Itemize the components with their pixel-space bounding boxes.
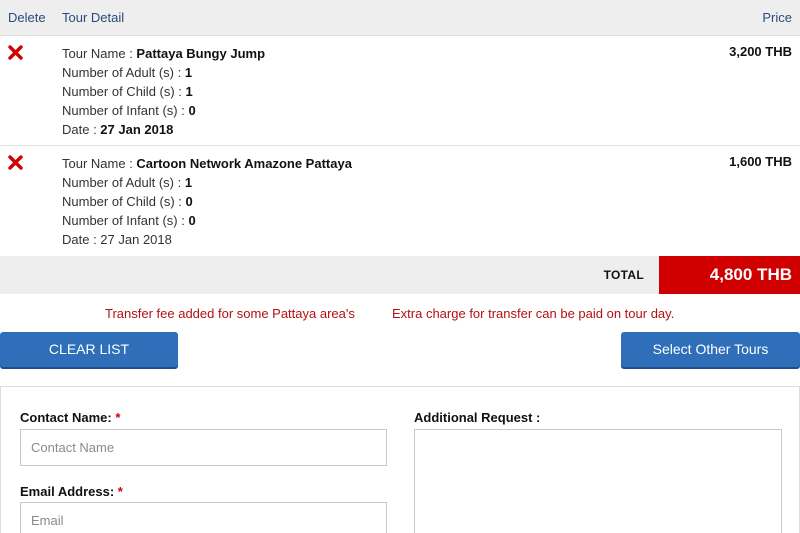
table-row: Tour Name : Pattaya Bungy Jump Number of… (0, 36, 800, 146)
contact-form: Contact Name: * Email Address: * Additio… (0, 386, 800, 533)
child-count: 0 (185, 194, 193, 209)
email-label: Email Address: * (20, 484, 123, 499)
clear-list-button[interactable]: CLEAR LIST (0, 332, 178, 367)
infant-count: 0 (188, 103, 196, 118)
contact-name-label: Contact Name: * (20, 410, 120, 425)
total-value: 4,800 THB (659, 256, 800, 294)
date-label: Date : (62, 122, 101, 137)
tour-date: 27 Jan 2018 (100, 122, 174, 137)
header-tour-detail: Tour Detail (62, 10, 125, 25)
required-mark: * (117, 484, 123, 499)
tour-date: 27 Jan 2018 (100, 232, 172, 247)
adult-count: 1 (184, 65, 193, 80)
adult-label: Number of Adult (s) : (62, 175, 185, 190)
total-row: TOTAL 4,800 THB (0, 256, 800, 294)
cart-table-header: Delete Tour Detail Price (0, 0, 800, 36)
transfer-fee-note: Transfer fee added for some Pattaya area… (105, 306, 355, 321)
header-delete: Delete (8, 10, 46, 25)
tour-name-label: Tour Name : (62, 156, 137, 171)
adult-count: 1 (184, 175, 193, 190)
select-other-tours-button[interactable]: Select Other Tours (621, 332, 800, 367)
tour-detail: Tour Name : Pattaya Bungy Jump Number of… (62, 44, 265, 139)
additional-request-textarea[interactable] (414, 429, 782, 533)
contact-name-label-text: Contact Name: (20, 410, 112, 425)
email-input[interactable] (20, 502, 387, 533)
child-label: Number of Child (s) : (62, 194, 186, 209)
tour-price: 1,600 THB (729, 154, 792, 169)
child-label: Number of Child (s) : (62, 84, 186, 99)
email-label-text: Email Address: (20, 484, 115, 499)
required-mark: * (115, 410, 121, 425)
infant-label: Number of Infant (s) : (62, 103, 189, 118)
tour-detail: Tour Name : Cartoon Network Amazone Patt… (62, 154, 352, 249)
total-label: TOTAL (603, 268, 644, 282)
header-price: Price (762, 10, 792, 25)
delete-tour-2-icon[interactable] (8, 155, 23, 170)
tour-name-label: Tour Name : (62, 46, 137, 61)
adult-label: Number of Adult (s) : (62, 65, 185, 80)
child-count: 1 (185, 84, 193, 99)
delete-tour-1-icon[interactable] (8, 45, 23, 60)
contact-name-input[interactable] (20, 429, 387, 466)
infant-label: Number of Infant (s) : (62, 213, 189, 228)
infant-count: 0 (188, 213, 196, 228)
table-row: Tour Name : Cartoon Network Amazone Patt… (0, 146, 800, 256)
additional-request-label: Additional Request : (414, 410, 541, 425)
tour-price: 3,200 THB (729, 44, 792, 59)
tour-name: Cartoon Network Amazone Pattaya (136, 156, 352, 171)
date-label: Date : (62, 232, 101, 247)
extra-charge-note: Extra charge for transfer can be paid on… (392, 306, 675, 321)
tour-name: Pattaya Bungy Jump (136, 46, 266, 61)
